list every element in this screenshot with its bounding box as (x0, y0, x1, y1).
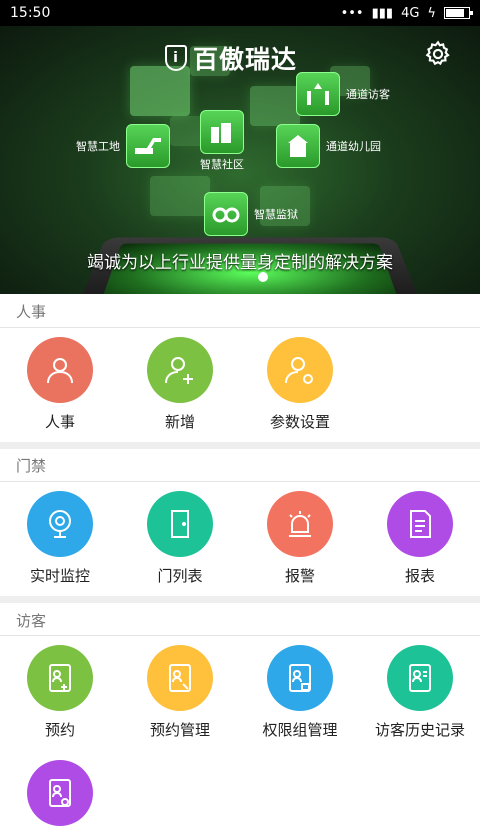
access-alarm-button[interactable]: 报警 (240, 491, 360, 586)
visitor-appointment-manage-button[interactable]: 预约管理 (120, 645, 240, 740)
section-title-visitor: 访客 (16, 612, 47, 630)
visitor-card-lock-icon (267, 645, 333, 711)
visitor-permission-group-button[interactable]: 权限组管理 (240, 645, 360, 740)
grid-label: 人事 (44, 413, 75, 431)
section-divider-line (0, 635, 480, 636)
excavator-icon (126, 124, 170, 168)
add-person-icon (147, 337, 213, 403)
person-settings-icon (267, 337, 333, 403)
signal-icon: ▮▮▮ (371, 5, 394, 21)
section-divider (0, 442, 480, 449)
access-report-button[interactable]: 报表 (360, 491, 480, 586)
feature-label: 智慧监狱 (254, 208, 298, 221)
status-dots: ••• (340, 5, 364, 21)
section-divider (0, 596, 480, 603)
status-time: 15:50 (10, 5, 51, 21)
visitor-card-wrench-icon (147, 645, 213, 711)
visitor-card-settings-icon (27, 760, 93, 826)
feature-community: 智慧社区 (200, 110, 244, 172)
settings-gear-icon[interactable] (424, 40, 452, 68)
feature-label: 通道访客 (346, 88, 390, 101)
person-icon (27, 337, 93, 403)
banner-slogan: 竭诚为以上行业提供量身定制的解决方案 (87, 253, 393, 273)
visitor-card-list-icon (387, 645, 453, 711)
hr-personnel-button[interactable]: 人事 (0, 337, 120, 432)
section-title-hr: 人事 (16, 303, 47, 321)
grid-label: 报警 (284, 567, 315, 585)
handcuffs-icon (204, 192, 248, 236)
brand-logo: i 百傲瑞达 (165, 40, 297, 76)
feature-kindergarten: 通道幼儿园 (276, 124, 381, 168)
battery-icon (444, 7, 473, 19)
section-divider-line (0, 327, 480, 328)
access-realtime-monitor-button[interactable]: 实时监控 (0, 491, 120, 586)
feature-label: 智慧工地 (76, 140, 120, 153)
door-icon (147, 491, 213, 557)
buildings-icon (200, 110, 244, 154)
grid-label: 权限组管理 (262, 721, 338, 739)
charging-icon: ϟ (427, 5, 436, 21)
feature-prison: 智慧监狱 (204, 192, 298, 236)
carousel-indicator-dot[interactable] (258, 272, 268, 282)
visitor-extra-button[interactable] (0, 760, 120, 826)
document-icon (387, 491, 453, 557)
visitor-appointment-button[interactable]: 预约 (0, 645, 120, 740)
hr-add-button[interactable]: 新增 (120, 337, 240, 432)
grid-label: 实时监控 (29, 567, 90, 585)
feature-label: 通道幼儿园 (326, 140, 381, 153)
grid-label: 预约 (44, 721, 75, 739)
webcam-icon (27, 491, 93, 557)
visitor-history-button[interactable]: 访客历史记录 (360, 645, 480, 740)
status-icons: ••• ▮▮▮ 4G ϟ (340, 5, 473, 21)
feature-label: 智慧社区 (200, 158, 244, 171)
shield-icon: i (165, 45, 187, 71)
section-title-access: 门禁 (16, 457, 47, 475)
grid-label: 参数设置 (269, 413, 330, 431)
section-divider-line (0, 481, 480, 482)
siren-icon (267, 491, 333, 557)
add-visitor-card-icon (27, 645, 93, 711)
grid-label: 访客历史记录 (374, 721, 465, 739)
grid-label: 报表 (404, 567, 435, 585)
brand-name: 百傲瑞达 (193, 45, 298, 74)
network-label: 4G (401, 5, 420, 21)
grid-label: 门列表 (157, 567, 203, 585)
status-bar: 15:50 ••• ▮▮▮ 4G ϟ (0, 0, 480, 26)
hr-settings-button[interactable]: 参数设置 (240, 337, 360, 432)
feature-visitor: 通道访客 (296, 72, 390, 116)
grid-label: 预约管理 (149, 721, 210, 739)
feature-construction: 智慧工地 (76, 124, 170, 168)
grid-label: 新增 (164, 413, 195, 431)
gate-icon (296, 72, 340, 116)
school-icon (276, 124, 320, 168)
access-door-list-button[interactable]: 门列表 (120, 491, 240, 586)
banner[interactable]: i 百傲瑞达 智慧工地 智慧社区 通道访客 通道幼儿园 智慧监狱 竭诚为以上行业… (0, 26, 480, 294)
